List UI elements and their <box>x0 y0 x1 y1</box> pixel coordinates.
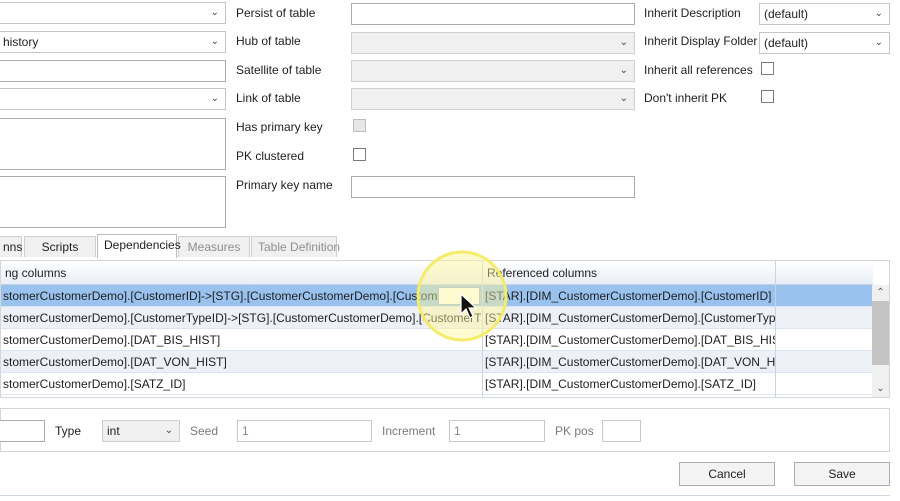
link-label: Link of table <box>236 91 301 105</box>
satellite-label: Satellite of table <box>236 63 322 77</box>
chevron-down-icon: ⌄ <box>210 93 219 104</box>
row-cell-referencing: stomerCustomerDemo].[DAT_VON_HIST] <box>3 355 227 369</box>
satellite-combo[interactable]: ⌄ <box>351 60 635 82</box>
table-row[interactable]: stomerCustomerDemo].[DAT_BIS_HIST] [STAR… <box>1 329 873 351</box>
tab-scripts[interactable]: Scripts <box>24 236 96 257</box>
inline-edit-box[interactable] <box>438 287 480 305</box>
inherit-folder-label: Inherit Display Folder <box>644 34 758 48</box>
dont-inherit-pk-checkbox[interactable] <box>761 90 774 103</box>
pk-pos-input[interactable] <box>602 420 641 442</box>
left-textarea-2[interactable] <box>0 176 226 228</box>
grid-header: ng columns Referenced columns <box>1 261 873 285</box>
row-cell-referenced: [STAR].[DIM_CustomerCustomerDemo].[SATZ_… <box>485 377 756 391</box>
hub-label: Hub of table <box>236 34 301 48</box>
left-combo-2-value: history <box>3 35 39 49</box>
row-cell-referenced: [STAR].[DIM_CustomerCustomerDemo].[DAT_B… <box>485 333 775 347</box>
seed-input[interactable]: 1 <box>237 420 372 442</box>
inherit-refs-checkbox[interactable] <box>761 62 774 75</box>
chevron-down-icon[interactable]: ⌄ <box>872 381 889 397</box>
row-cell-referenced: [STAR].[DIM_CustomerCustomerDemo].[Custo… <box>485 311 775 325</box>
column-divider[interactable] <box>482 261 483 397</box>
dependencies-grid[interactable]: ng columns Referenced columns stomerCust… <box>0 260 890 398</box>
increment-label: Increment <box>382 424 436 438</box>
chevron-down-icon: ⌄ <box>619 93 628 104</box>
persist-input[interactable] <box>351 3 635 25</box>
vertical-scrollbar[interactable]: ⌃ ⌄ <box>872 285 889 397</box>
inherit-folder-combo[interactable]: (default) ⌄ <box>759 32 890 54</box>
row-cell-referenced: [STAR].[DIM_CustomerCustomerDemo].[DAT_V… <box>485 355 775 369</box>
pk-clustered-label: PK clustered <box>236 149 305 163</box>
inherit-description-value: (default) <box>764 7 809 21</box>
inherit-folder-value: (default) <box>764 36 809 50</box>
tab-table-definition[interactable]: Table Definition <box>251 236 340 257</box>
has-pk-label: Has primary key <box>236 120 323 134</box>
seed-label: Seed <box>190 424 219 438</box>
seed-input-value: 1 <box>242 424 249 438</box>
row-cell-referencing: stomerCustomerDemo].[SATZ_ID] <box>3 377 186 391</box>
inherit-description-label: Inherit Description <box>644 6 741 20</box>
left-combo-4[interactable]: ⌄ <box>0 88 226 110</box>
table-row[interactable]: stomerCustomerDemo].[CustomerID]->[STG].… <box>1 285 873 307</box>
pk-pos-label: PK pos <box>555 424 594 438</box>
col-header-referencing[interactable]: ng columns <box>5 261 66 285</box>
cancel-button[interactable]: Cancel <box>679 462 775 486</box>
chevron-down-icon: ⌄ <box>164 425 173 436</box>
chevron-up-icon[interactable]: ⌃ <box>872 285 889 301</box>
row-cell-referencing: stomerCustomerDemo].[CustomerID]->[STG].… <box>3 289 464 303</box>
row-cell-referenced: [STAR].[DIM_CustomerCustomerDemo].[Custo… <box>485 289 772 303</box>
inherit-description-combo[interactable]: (default) ⌄ <box>759 3 890 25</box>
tab-measures[interactable]: Measures <box>178 236 250 257</box>
pk-clustered-checkbox[interactable] <box>353 148 366 161</box>
table-row[interactable]: stomerCustomerDemo].[CustomerTypeID]->[S… <box>1 307 873 329</box>
type-combo[interactable]: int ⌄ <box>102 420 180 442</box>
type-label: Type <box>55 424 82 438</box>
left-combo-2[interactable]: history ⌄ <box>0 31 226 53</box>
chevron-down-icon: ⌄ <box>619 37 628 48</box>
left-combo-1[interactable]: ⌄ <box>0 2 226 24</box>
hub-combo[interactable]: ⌄ <box>351 32 635 54</box>
increment-input-value: 1 <box>454 424 461 438</box>
bottom-divider <box>0 495 890 496</box>
has-pk-checkbox[interactable] <box>353 119 366 132</box>
scrollbar-thumb[interactable] <box>872 301 889 365</box>
persist-label: Persist of table <box>236 6 316 20</box>
chevron-down-icon: ⌄ <box>210 36 219 47</box>
row-cell-referencing: stomerCustomerDemo].[CustomerTypeID]->[S… <box>3 311 481 325</box>
inherit-refs-label: Inherit all references <box>644 63 753 77</box>
type-combo-value: int <box>107 424 120 438</box>
chevron-down-icon: ⌄ <box>619 65 628 76</box>
tab-dependencies[interactable]: Dependencies <box>97 234 181 258</box>
left-textbox-3[interactable] <box>0 60 226 82</box>
dont-inherit-pk-label: Don't inherit PK <box>644 91 727 105</box>
pk-name-input[interactable] <box>351 176 635 198</box>
col-header-referenced[interactable]: Referenced columns <box>487 261 597 285</box>
tab-columns[interactable]: nns <box>0 236 22 257</box>
chevron-down-icon: ⌄ <box>210 7 219 18</box>
left-textarea-1[interactable] <box>0 118 226 170</box>
table-row[interactable]: stomerCustomerDemo].[DAT_VON_HIST] [STAR… <box>1 351 873 373</box>
row-cell-referencing: stomerCustomerDemo].[DAT_BIS_HIST] <box>3 333 221 347</box>
pk-name-label: Primary key name <box>236 178 333 192</box>
table-row[interactable]: stomerCustomerDemo].[SATZ_ID] [STAR].[DI… <box>1 373 873 395</box>
column-divider[interactable] <box>775 261 776 397</box>
increment-input[interactable]: 1 <box>449 420 545 442</box>
identity-name-input[interactable] <box>0 420 45 442</box>
chevron-down-icon: ⌄ <box>874 8 883 19</box>
chevron-down-icon: ⌄ <box>874 37 883 48</box>
save-button[interactable]: Save <box>794 462 890 486</box>
link-combo[interactable]: ⌄ <box>351 88 635 110</box>
